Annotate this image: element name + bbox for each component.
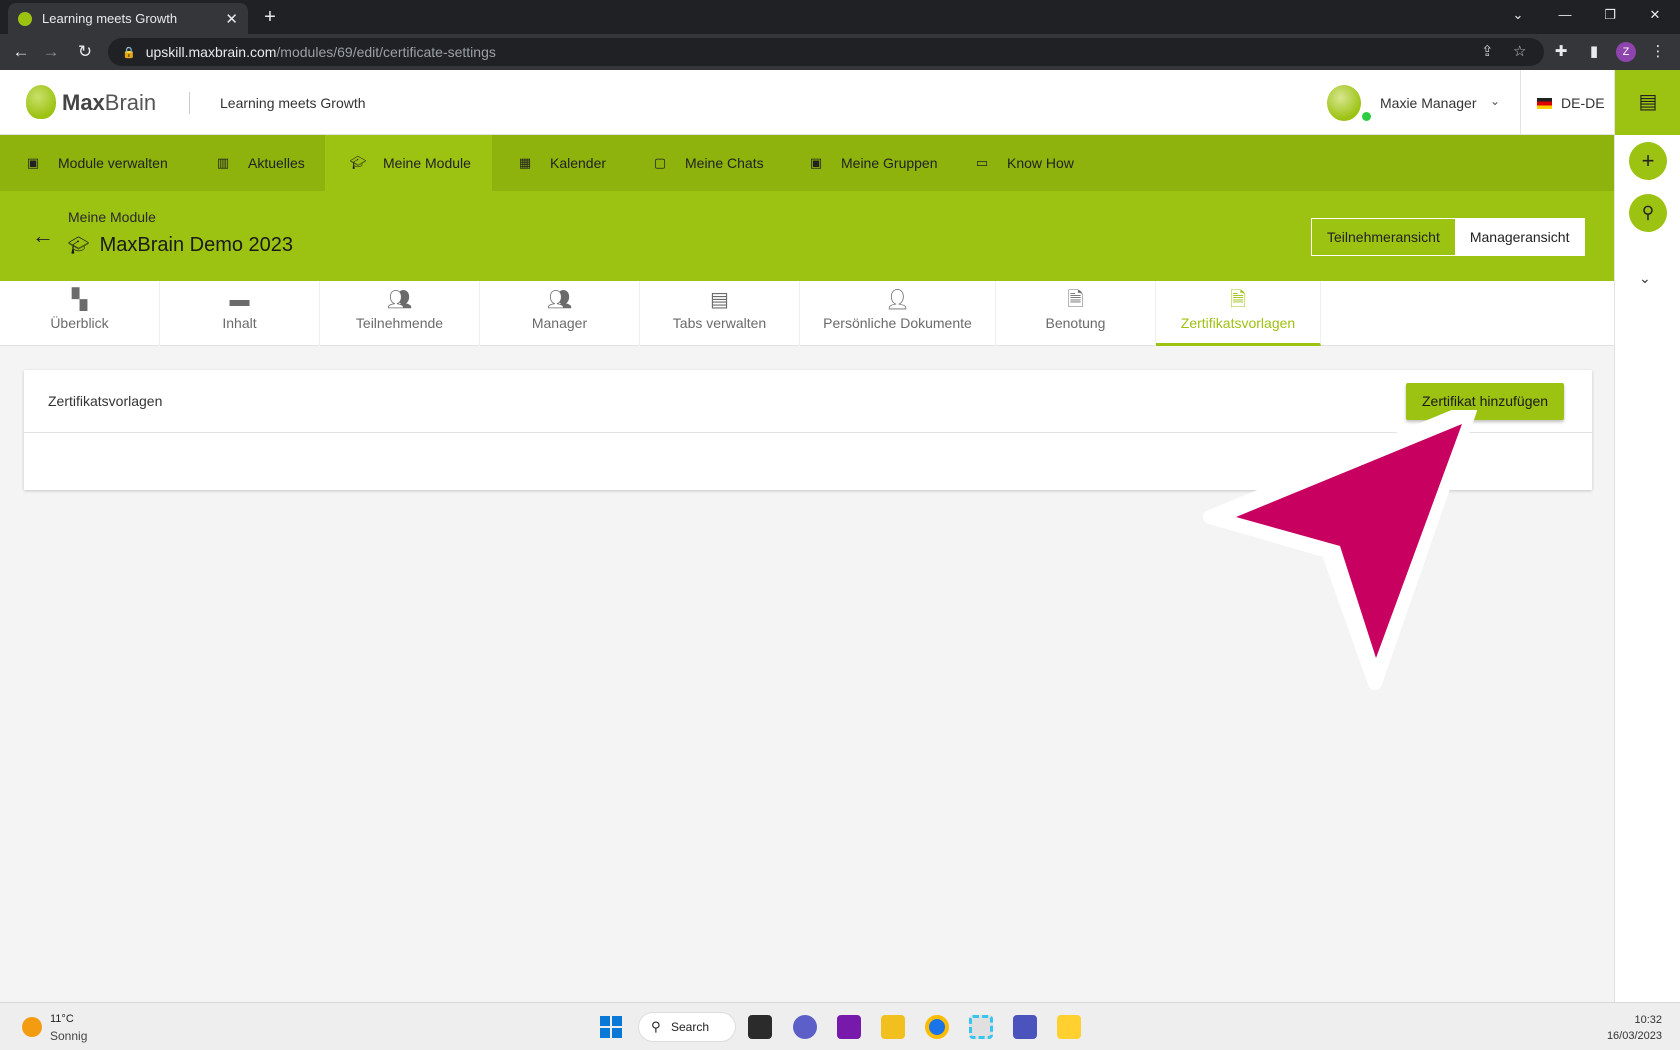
tab-tabs-verwalten[interactable]: ▤ Tabs verwalten: [640, 281, 800, 346]
folder-icon: ▬: [229, 289, 250, 311]
view-toggle: Teilnehmeransicht Manageransicht: [1311, 218, 1586, 256]
nav-meine-module[interactable]: 🎓︎ Meine Module: [325, 135, 492, 191]
folder-user-icon: ▣: [26, 155, 40, 170]
teams-chat-icon[interactable]: [793, 1015, 817, 1039]
miro-icon[interactable]: [1057, 1015, 1081, 1039]
right-rail: ▤ + ⚲ ⌄: [1614, 70, 1680, 1002]
chevron-down-icon[interactable]: ⌄: [1490, 94, 1500, 108]
chrome-icon[interactable]: [925, 1015, 949, 1039]
nav-kalender[interactable]: ▦ Kalender: [492, 135, 627, 191]
file-explorer-icon[interactable]: [881, 1015, 905, 1039]
tab-persoenliche-dokumente[interactable]: 👤︎ Persönliche Dokumente: [800, 281, 996, 346]
weather-sun-icon[interactable]: [22, 1017, 42, 1037]
restore-icon[interactable]: ❐: [1588, 0, 1632, 30]
teams-icon[interactable]: [1013, 1015, 1037, 1039]
lock-icon: 🔒: [122, 46, 136, 59]
chat-icon[interactable]: ▤: [1615, 70, 1680, 135]
browser-tab-strip: Learning meets Growth ✕ + ⌄ — ❐ ✕: [0, 0, 1680, 34]
minimize-icon[interactable]: —: [1543, 0, 1587, 30]
tagline: Learning meets Growth: [220, 95, 366, 111]
german-flag-icon[interactable]: [1537, 98, 1552, 109]
windows-start-icon[interactable]: [600, 1016, 622, 1038]
browser-toolbar: ← → ↻ 🔒 upskill.maxbrain.com/modules/69/…: [0, 34, 1680, 70]
close-tab-icon[interactable]: ✕: [225, 10, 238, 28]
group-icon: ▣: [809, 155, 823, 170]
system-clock[interactable]: 10:32 16/03/2023: [1607, 1012, 1662, 1044]
breadcrumb[interactable]: Meine Module: [68, 209, 156, 225]
nav-know-how[interactable]: ▭ Know How: [963, 135, 1113, 191]
manager-icon: 👥︎: [546, 289, 573, 311]
nav-aktuelles[interactable]: ▥ Aktuelles: [190, 135, 325, 191]
chevron-down-icon[interactable]: ⌄: [1639, 270, 1651, 287]
tab-manager[interactable]: 👥︎ Manager: [480, 281, 640, 346]
participant-view-button[interactable]: Teilnehmeransicht: [1312, 219, 1455, 255]
nav-meine-gruppen[interactable]: ▣ Meine Gruppen: [783, 135, 963, 191]
address-bar[interactable]: 🔒 upskill.maxbrain.com/modules/69/edit/c…: [108, 38, 1544, 66]
browser-tab-title: Learning meets Growth: [42, 11, 178, 26]
page-title: 🎓︎ MaxBrain Demo 2023: [68, 234, 294, 256]
language-selector[interactable]: DE-DE: [1561, 95, 1605, 111]
news-icon: ▥: [216, 155, 230, 170]
user-avatar[interactable]: [1327, 85, 1361, 121]
tab-ueberblick[interactable]: ▚ Überblick: [0, 281, 160, 346]
close-window-icon[interactable]: ✕: [1633, 0, 1677, 30]
language-divider: [1520, 70, 1521, 135]
user-name[interactable]: Maxie Manager: [1380, 95, 1477, 111]
online-status-icon: [1362, 112, 1371, 121]
back-arrow-icon[interactable]: ←: [32, 223, 54, 249]
back-icon[interactable]: ←: [10, 41, 32, 63]
calendar-icon: ▦: [518, 155, 532, 170]
task-view-icon[interactable]: [748, 1015, 772, 1039]
tab-zertifikatsvorlagen[interactable]: 🗎︎ Zertifikatsvorlagen: [1156, 281, 1321, 346]
manager-view-button[interactable]: Manageransicht: [1454, 219, 1585, 255]
module-tabs: ▚ Überblick ▬ Inhalt 👥︎ Teilnehmende 👥︎ Mana…: [0, 281, 1614, 346]
reload-icon[interactable]: ↻: [74, 41, 96, 63]
url-host: upskill.maxbrain.com: [145, 44, 277, 60]
graduation-cap-icon: 🎓︎: [68, 235, 90, 255]
certificate-settings-icon: 🗎︎: [1229, 289, 1247, 311]
person-lock-icon: 👤︎: [884, 289, 911, 311]
tab-inhalt[interactable]: ▬ Inhalt: [160, 281, 320, 346]
bookmark-star-icon[interactable]: ☆: [1513, 43, 1526, 61]
people-icon: 👥︎: [386, 289, 413, 311]
onenote-icon[interactable]: [837, 1015, 861, 1039]
chat-icon: ▢: [653, 155, 667, 170]
new-tab-icon[interactable]: +: [258, 6, 282, 30]
header-divider: [189, 92, 190, 114]
extensions-icon[interactable]: ✚: [1551, 42, 1571, 62]
main-navigation: ▣ Module verwalten ▥ Aktuelles 🎓︎ Meine Mod…: [0, 135, 1614, 191]
maxbrain-logo-icon[interactable]: [26, 85, 56, 119]
forward-icon[interactable]: →: [40, 41, 62, 63]
window-icon: ▤: [710, 289, 729, 311]
favicon-icon: [18, 11, 32, 26]
side-panel-icon[interactable]: ▮: [1584, 42, 1604, 62]
search-icon[interactable]: ⚲: [1629, 194, 1667, 232]
taskbar-search[interactable]: ⚲ Search: [638, 1012, 736, 1042]
nav-meine-chats[interactable]: ▢ Meine Chats: [627, 135, 783, 191]
app-header: MaxBrain Learning meets Growth Maxie Man…: [0, 70, 1614, 135]
windows-taskbar: 11°C Sonnig ⚲ Search 10:32 16/03/2023: [0, 1002, 1680, 1050]
tab-teilnehmende[interactable]: 👥︎ Teilnehmende: [320, 281, 480, 346]
book-icon: ▭: [975, 155, 989, 170]
card-title: Zertifikatsvorlagen: [48, 393, 163, 409]
weather-condition[interactable]: Sonnig: [50, 1029, 87, 1043]
graduation-cap-icon: 🎓︎: [349, 155, 367, 170]
url-path: /modules/69/edit/certificate-settings: [276, 44, 496, 60]
dashboard-icon: ▚: [71, 289, 88, 311]
nav-module-verwalten[interactable]: ▣ Module verwalten: [0, 135, 190, 191]
annotation-arrow-icon: [1203, 410, 1477, 690]
grade-document-icon: 🗎︎: [1067, 289, 1084, 311]
tab-search-icon[interactable]: ⌄: [1496, 0, 1540, 30]
search-icon: ⚲: [651, 1019, 661, 1034]
slack-icon[interactable]: [969, 1015, 993, 1039]
profile-avatar[interactable]: Z: [1616, 42, 1636, 62]
brand-logo-text[interactable]: MaxBrain: [62, 90, 156, 116]
browser-menu-icon[interactable]: ⋮: [1648, 42, 1668, 62]
module-header: ← Meine Module 🎓︎ MaxBrain Demo 2023 Tei…: [0, 191, 1614, 281]
browser-tab[interactable]: Learning meets Growth ✕: [8, 3, 248, 34]
tab-benotung[interactable]: 🗎︎ Benotung: [996, 281, 1156, 346]
weather-temperature[interactable]: 11°C: [50, 1013, 74, 1025]
share-icon[interactable]: ⇪: [1481, 43, 1494, 61]
add-icon[interactable]: +: [1629, 142, 1667, 180]
